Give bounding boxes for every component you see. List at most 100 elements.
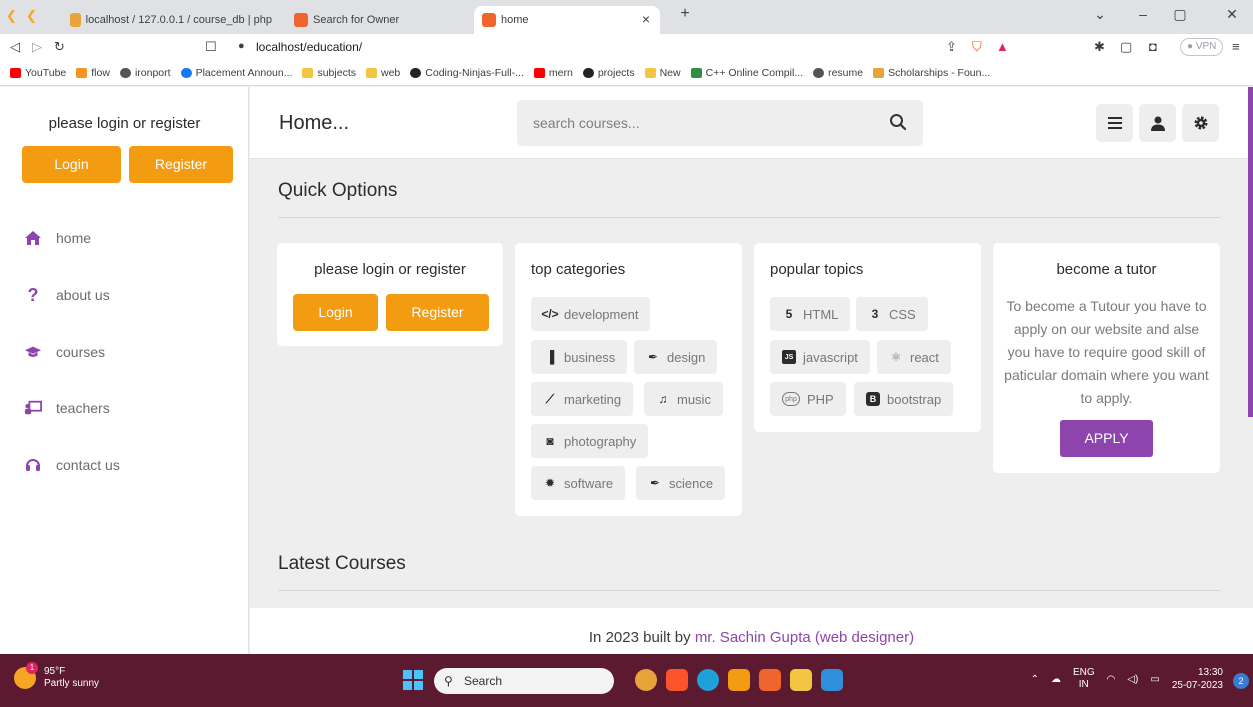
bookmark-scholarships[interactable]: Scholarships - Foun... bbox=[873, 67, 990, 79]
settings-button[interactable] bbox=[1182, 104, 1219, 142]
sidebar-item-contact[interactable]: contact us bbox=[24, 456, 120, 474]
bookmark-web[interactable]: web bbox=[366, 67, 400, 79]
minimize-icon[interactable]: – bbox=[1133, 6, 1153, 22]
category-development[interactable]: </> development bbox=[531, 297, 651, 331]
xampp-app-icon[interactable] bbox=[759, 669, 781, 691]
taskbar-search-label: Search bbox=[464, 674, 503, 688]
topic-react[interactable]: ⚛ react bbox=[877, 340, 951, 374]
topic-php[interactable]: php PHP bbox=[770, 382, 846, 416]
bookmark-flow[interactable]: flow bbox=[76, 67, 110, 79]
battery-icon[interactable]: ▭ bbox=[1150, 674, 1159, 685]
register-button[interactable]: Register bbox=[386, 294, 489, 331]
close-tab-icon[interactable]: × bbox=[642, 11, 650, 27]
bookmark-placement[interactable]: Placement Announ... bbox=[180, 67, 292, 79]
search-icon: ⚲ bbox=[444, 674, 453, 688]
menu-button[interactable] bbox=[1096, 104, 1133, 142]
category-software[interactable]: ✹ software bbox=[531, 466, 626, 500]
sidebar-item-teachers[interactable]: teachers bbox=[24, 399, 110, 417]
forward-history-icon[interactable]: ❮ bbox=[26, 8, 37, 24]
sidebar-item-label: contact us bbox=[56, 457, 120, 473]
show-hidden-icons-icon[interactable]: ⌃ bbox=[1031, 674, 1039, 685]
region-label: IN bbox=[1078, 679, 1089, 690]
topic-bootstrap[interactable]: Bbootstrap bbox=[854, 382, 954, 416]
footer-author-link[interactable]: mr. Sachin Gupta (web designer) bbox=[695, 629, 914, 646]
tab-search-icon[interactable]: ⌄ bbox=[1090, 6, 1110, 23]
category-design[interactable]: ✒ design bbox=[634, 340, 718, 374]
photos-app-icon[interactable] bbox=[821, 669, 843, 691]
wifi-icon[interactable]: ◠ bbox=[1107, 674, 1116, 685]
bookmark-new[interactable]: New bbox=[644, 67, 681, 79]
category-marketing[interactable]: ⟋ marketing bbox=[531, 382, 634, 416]
forward-icon[interactable]: ▷ bbox=[32, 39, 42, 55]
tab-phpmyadmin[interactable]: localhost / 127.0.0.1 / course_db | php bbox=[62, 6, 280, 34]
bookmark-youtube[interactable]: YouTube bbox=[10, 67, 66, 79]
site-info-icon[interactable]: ● bbox=[238, 40, 245, 52]
share-icon[interactable]: ⇪ bbox=[946, 39, 957, 55]
sidebar-toggle-icon[interactable]: ▢ bbox=[1120, 39, 1132, 55]
time: 13:30 bbox=[1197, 667, 1223, 678]
gear-icon bbox=[1194, 116, 1207, 130]
category-business[interactable]: ▐ business bbox=[531, 340, 628, 374]
sidebar-register-button[interactable]: Register bbox=[129, 146, 233, 183]
login-card: please login or register Login Register bbox=[277, 243, 503, 346]
bookmark-resume[interactable]: resume bbox=[813, 67, 863, 79]
popular-topics-card: popular topics 5 HTML 3 CSS JS javascript ⚛… bbox=[754, 243, 981, 432]
sidebar-login-button[interactable]: Login bbox=[22, 146, 121, 183]
bookmark-icon[interactable]: ☐ bbox=[205, 39, 217, 55]
category-science[interactable]: ✒ science bbox=[636, 466, 726, 500]
search-icon[interactable] bbox=[889, 113, 909, 133]
sidebar-item-courses[interactable]: courses bbox=[24, 343, 105, 361]
new-tab-button[interactable]: + bbox=[675, 5, 695, 23]
clock[interactable]: 13:30 25-07-2023 bbox=[1172, 666, 1223, 692]
topic-javascript[interactable]: JS javascript bbox=[770, 340, 870, 374]
login-card-title: please login or register bbox=[314, 261, 466, 278]
sidebar-item-home[interactable]: home bbox=[24, 229, 91, 247]
bookmark-ironport[interactable]: ironport bbox=[119, 67, 171, 79]
bookmark-coding-ninjas[interactable]: Coding-Ninjas-Full-... bbox=[410, 67, 524, 79]
notification-badge[interactable]: 2 bbox=[1233, 673, 1249, 689]
cloud-icon[interactable]: ☁ bbox=[1051, 674, 1061, 685]
wallet-icon[interactable]: ◘ bbox=[1149, 39, 1157, 54]
tab-home[interactable]: home × bbox=[474, 6, 660, 34]
category-music[interactable]: ♫ music bbox=[644, 382, 723, 416]
close-window-icon[interactable]: ✕ bbox=[1222, 6, 1242, 23]
file-explorer-app-icon[interactable] bbox=[790, 669, 812, 691]
language-indicator[interactable]: ENG IN bbox=[1073, 667, 1095, 691]
chip-label: PHP bbox=[807, 391, 834, 407]
start-button[interactable] bbox=[403, 670, 423, 690]
page-scrollbar[interactable] bbox=[1248, 87, 1253, 417]
js-icon: JS bbox=[782, 350, 796, 364]
bookmark-subjects[interactable]: subjects bbox=[302, 67, 356, 79]
edge-app-icon[interactable] bbox=[697, 669, 719, 691]
search-input[interactable] bbox=[517, 100, 877, 146]
bookmark-mern[interactable]: mern bbox=[533, 67, 573, 79]
topic-html[interactable]: 5 HTML bbox=[770, 297, 851, 331]
back-icon[interactable]: ◁ bbox=[10, 39, 20, 55]
bookmark-cpp-compiler[interactable]: C++ Online Compil... bbox=[690, 67, 803, 79]
tab-search-owner[interactable]: Search for Owner bbox=[286, 6, 466, 34]
taskbar-search[interactable]: ⚲ Search bbox=[434, 668, 614, 694]
brave-rewards-icon[interactable]: ▲ bbox=[996, 39, 1009, 54]
menu-icon[interactable]: ≡ bbox=[1232, 39, 1240, 54]
user-button[interactable] bbox=[1139, 104, 1176, 142]
bookmark-label: subjects bbox=[317, 66, 356, 79]
bookmark-projects[interactable]: projects bbox=[582, 67, 635, 79]
topic-css[interactable]: 3 CSS bbox=[856, 297, 928, 331]
volume-icon[interactable]: ◁) bbox=[1127, 674, 1138, 685]
brave-app-icon[interactable] bbox=[666, 669, 688, 691]
vpn-button[interactable]: ● VPN bbox=[1180, 38, 1224, 56]
geeksforgeeks-icon bbox=[690, 67, 702, 78]
sublime-app-icon[interactable] bbox=[728, 669, 750, 691]
back-history-icon[interactable]: ❮ bbox=[6, 8, 17, 24]
chrome-app-icon[interactable] bbox=[635, 669, 657, 691]
apply-button[interactable]: APPLY bbox=[1060, 420, 1153, 457]
extensions-icon[interactable]: ✱ bbox=[1094, 39, 1105, 55]
url-field[interactable]: localhost/education/ bbox=[256, 40, 362, 54]
sidebar-item-about[interactable]: ? about us bbox=[24, 285, 110, 305]
category-photography[interactable]: ◙ photography bbox=[531, 424, 649, 458]
weather-widget[interactable]: 1 95°F Partly sunny bbox=[14, 662, 99, 690]
login-button[interactable]: Login bbox=[293, 294, 378, 331]
reload-icon[interactable]: ↻ bbox=[54, 39, 65, 55]
maximize-icon[interactable]: ▢ bbox=[1170, 6, 1190, 23]
brave-shield-icon[interactable]: ⛉ bbox=[972, 39, 982, 55]
